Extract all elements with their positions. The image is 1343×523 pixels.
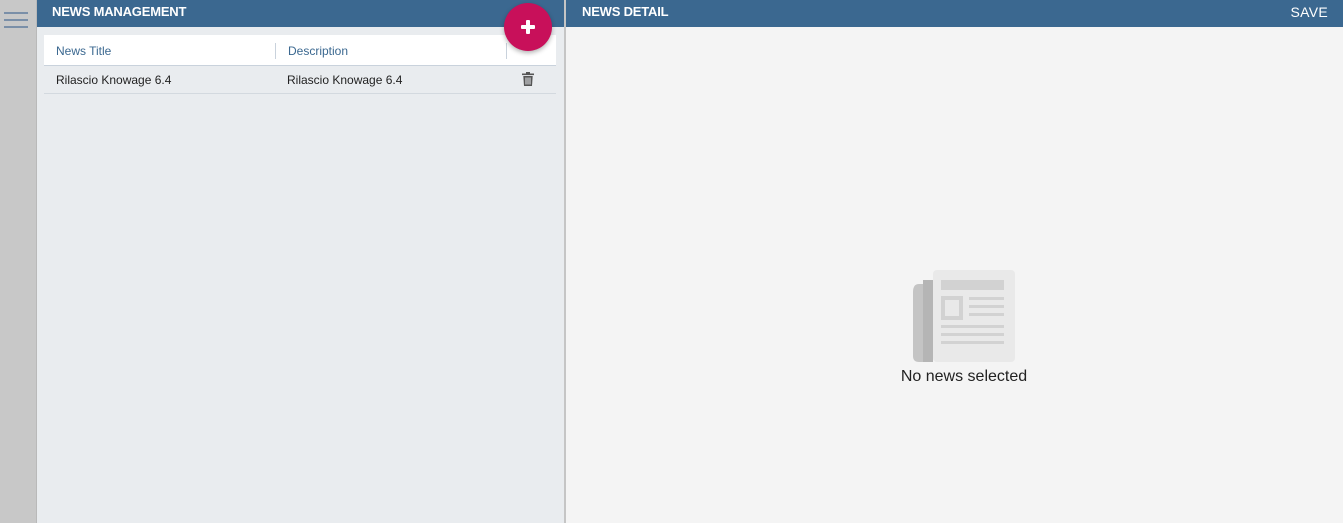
news-detail-header: NEWS DETAIL SAVE: [566, 0, 1343, 27]
row-news-title: Rilascio Knowage 6.4: [56, 73, 172, 87]
news-table: News Title Description Rilascio Knowage …: [44, 35, 556, 94]
column-header-news-title[interactable]: News Title: [44, 35, 275, 66]
row-description: Rilascio Knowage 6.4: [287, 73, 403, 87]
side-rail: [0, 0, 37, 523]
news-management-header: NEWS MANAGEMENT: [37, 0, 564, 27]
news-detail-panel: NEWS DETAIL SAVE No news selected: [566, 0, 1343, 523]
trash-icon[interactable]: [522, 72, 534, 86]
empty-state-message: No news selected: [900, 368, 1028, 385]
news-management-panel: NEWS MANAGEMENT News Title Description R…: [37, 0, 564, 523]
news-detail-title: NEWS DETAIL: [582, 4, 669, 19]
save-button[interactable]: SAVE: [1290, 0, 1328, 25]
hamburger-menu-icon[interactable]: [4, 12, 28, 30]
add-news-button[interactable]: [504, 3, 552, 51]
table-header: News Title Description: [44, 35, 556, 66]
newspaper-icon: [913, 270, 1015, 362]
column-header-description[interactable]: Description: [275, 43, 506, 59]
table-row[interactable]: Rilascio Knowage 6.4 Rilascio Knowage 6.…: [44, 66, 556, 94]
